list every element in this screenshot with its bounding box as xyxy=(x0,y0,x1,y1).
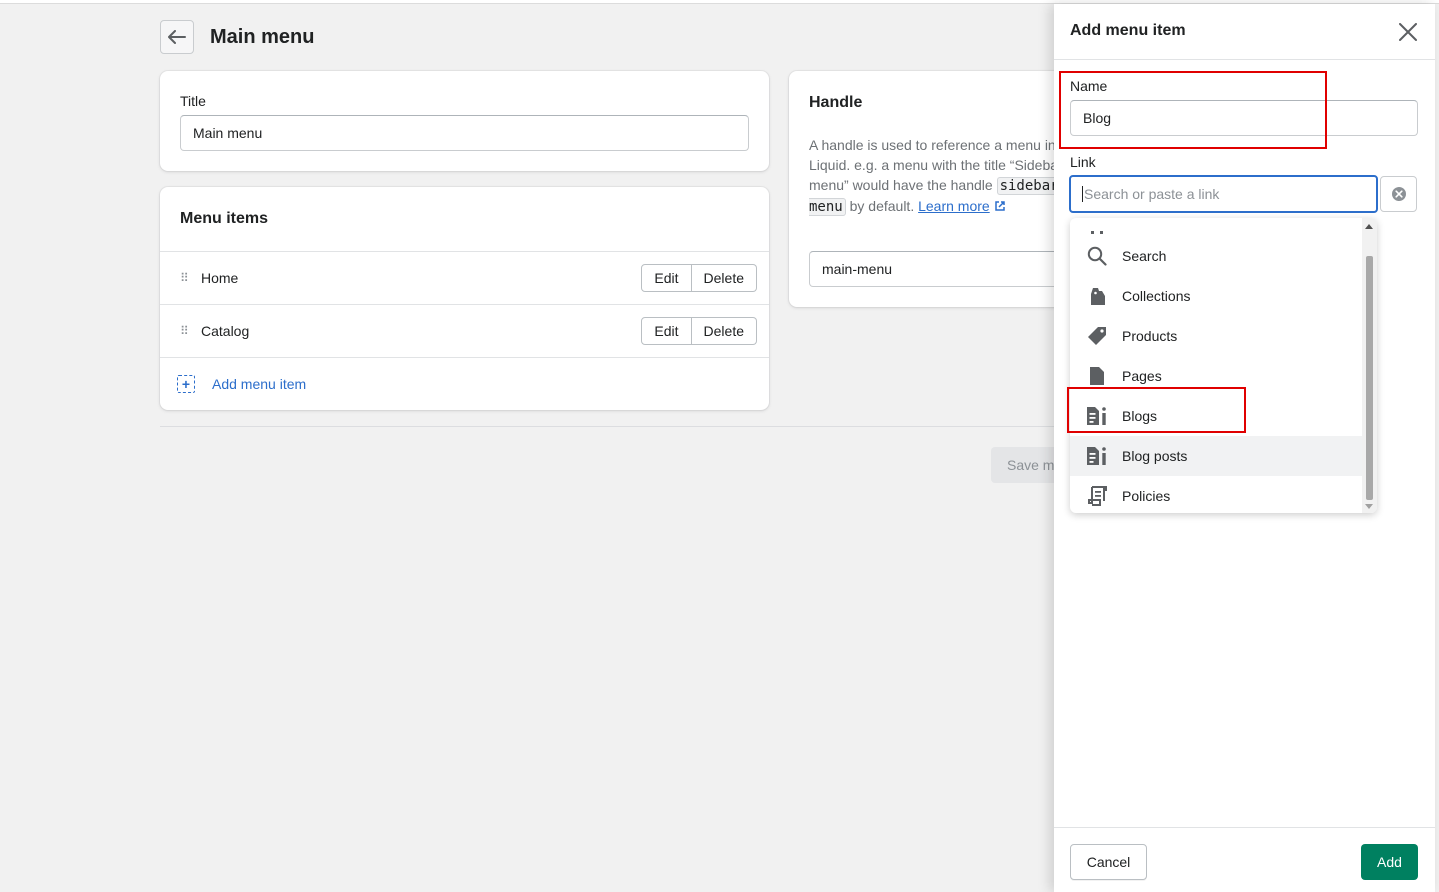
link-search-input[interactable]: Search or paste a link xyxy=(1069,175,1378,213)
back-button[interactable] xyxy=(160,20,194,54)
drawer-footer: Cancel Add xyxy=(1054,827,1435,892)
handle-text-after: by default. xyxy=(849,198,915,214)
search-icon xyxy=(1086,245,1108,267)
learn-more-link[interactable]: Learn more xyxy=(918,198,990,214)
policy-icon xyxy=(1086,485,1108,507)
dropdown-item-label: Blog posts xyxy=(1122,448,1188,464)
arrow-left-icon xyxy=(168,30,186,44)
link-label: Link xyxy=(1070,154,1096,170)
link-placeholder: Search or paste a link xyxy=(1084,186,1220,202)
name-highlight-box xyxy=(1059,71,1327,149)
edit-button[interactable]: Edit xyxy=(641,264,692,292)
dropdown-item-collections[interactable]: Collections xyxy=(1070,276,1362,316)
close-icon xyxy=(1399,23,1417,41)
menu-item-actions: Edit Delete xyxy=(641,317,757,345)
text-cursor xyxy=(1082,186,1083,202)
page-divider xyxy=(160,426,1060,427)
tag-icon xyxy=(1086,325,1108,347)
handle-description: A handle is used to reference a menu in … xyxy=(809,135,1069,217)
menu-item-label: Catalog xyxy=(201,323,250,339)
clear-circle-icon xyxy=(1391,187,1406,201)
menu-item-actions: Edit Delete xyxy=(641,264,757,292)
dropdown-scrollbar[interactable] xyxy=(1362,218,1377,513)
page-title: Main menu xyxy=(210,26,315,48)
scroll-up-arrow[interactable] xyxy=(1365,224,1373,229)
scroll-thumb[interactable] xyxy=(1366,256,1373,500)
add-menu-item-row[interactable]: + Add menu item xyxy=(160,357,769,410)
add-menu-item-drawer: Add menu item Name Blog Link Search or p… xyxy=(1054,4,1435,892)
drawer-header: Add menu item xyxy=(1054,4,1435,60)
dropdown-item-blog-posts[interactable]: Blog posts xyxy=(1070,436,1362,476)
collections-icon xyxy=(1086,285,1108,307)
add-menu-item-link[interactable]: Add menu item xyxy=(212,376,306,392)
title-label: Title xyxy=(180,93,206,109)
dropdown-item-label: Products xyxy=(1122,328,1178,344)
dropdown-item-products[interactable]: Products xyxy=(1070,316,1362,356)
menu-item-row: ⠿ Catalog Edit Delete xyxy=(160,304,769,357)
drag-handle-icon[interactable]: ⠿ xyxy=(180,324,189,338)
dropdown-item-label: Policies xyxy=(1122,488,1171,504)
cancel-button[interactable]: Cancel xyxy=(1070,844,1147,880)
delete-button[interactable]: Delete xyxy=(691,264,757,292)
drawer-title: Add menu item xyxy=(1070,22,1186,39)
drag-handle-icon[interactable]: ⠿ xyxy=(180,271,189,285)
partial-item-icon xyxy=(1086,218,1108,237)
add-button[interactable]: Add xyxy=(1361,844,1418,880)
page-icon xyxy=(1086,365,1108,387)
link-dropdown: Search Collections Products Pages Blogs xyxy=(1070,218,1377,513)
dropdown-item-search[interactable]: Search xyxy=(1070,236,1362,276)
handle-input[interactable]: main-menu xyxy=(809,251,1089,287)
close-button[interactable] xyxy=(1394,18,1422,46)
menu-item-row: ⠿ Home Edit Delete xyxy=(160,251,769,304)
handle-heading: Handle xyxy=(809,94,863,111)
edit-button[interactable]: Edit xyxy=(641,317,692,345)
clear-link-button[interactable] xyxy=(1380,176,1417,212)
dropdown-item-label: Pages xyxy=(1122,368,1162,384)
external-link-icon xyxy=(994,201,1005,211)
scroll-down-arrow[interactable] xyxy=(1365,504,1373,509)
add-icon: + xyxy=(177,375,195,393)
delete-button[interactable]: Delete xyxy=(691,317,757,345)
dropdown-item-label: Search xyxy=(1122,248,1167,264)
blogs-highlight-box xyxy=(1067,387,1246,433)
dropdown-item-label: Collections xyxy=(1122,288,1191,304)
blog-icon xyxy=(1086,445,1108,467)
menu-items-heading: Menu items xyxy=(180,210,269,227)
menu-items-card: Menu items ⠿ Home Edit Delete ⠿ Catalog … xyxy=(160,187,769,410)
title-input[interactable]: Main menu xyxy=(180,115,749,151)
title-card: Title Main menu xyxy=(160,71,769,171)
menu-item-label: Home xyxy=(201,270,239,286)
dropdown-item-policies[interactable]: Policies xyxy=(1070,476,1362,513)
